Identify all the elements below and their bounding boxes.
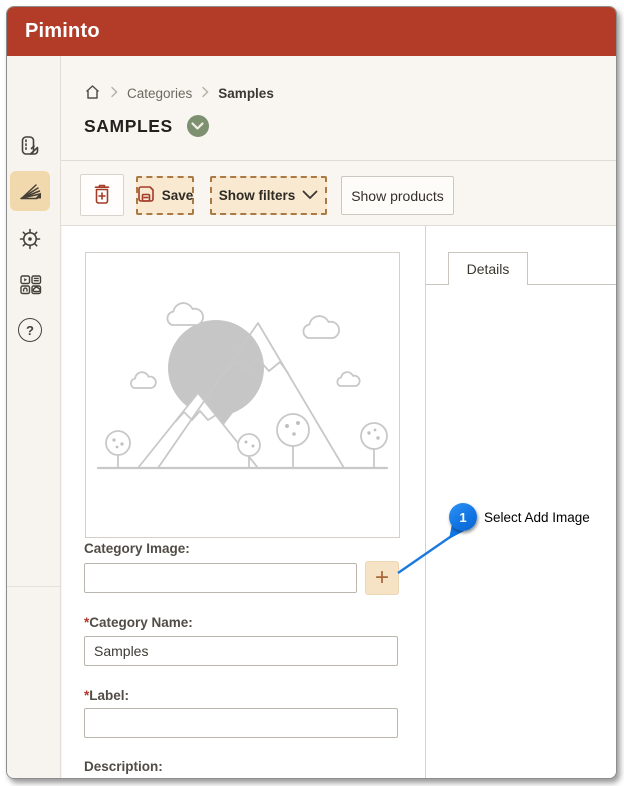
home-icon[interactable] [84, 84, 101, 103]
sidebar-item-catalog[interactable] [10, 126, 50, 166]
save-button-label: Save [161, 188, 194, 203]
sidebar-item-help[interactable]: ? [10, 310, 50, 350]
label-label: *Label: [84, 688, 130, 703]
toolbar: Save Show filters Show products [61, 161, 616, 225]
sidebar-item-media[interactable] [10, 264, 50, 304]
gear-icon [18, 227, 42, 251]
show-products-button[interactable]: Show products [341, 176, 454, 215]
breadcrumb-separator-icon [110, 86, 118, 101]
category-name-label: *Category Name: [84, 615, 193, 630]
show-products-label: Show products [351, 187, 444, 204]
category-name-input[interactable] [84, 636, 398, 666]
catalog-icon [18, 134, 42, 158]
page-title: SAMPLES [84, 115, 173, 136]
trash-icon [92, 183, 112, 208]
breadcrumb: Categories Samples [84, 84, 274, 102]
label-input[interactable] [84, 708, 398, 738]
sidebar-item-categories[interactable] [10, 171, 50, 211]
sidebar-divider [7, 586, 60, 587]
media-grid-icon [18, 272, 43, 297]
add-image-button[interactable]: + [365, 561, 399, 595]
tab-details[interactable]: Details [448, 252, 528, 286]
panel-divider [425, 226, 426, 778]
help-icon: ? [18, 318, 42, 342]
chevron-down-icon [302, 188, 318, 203]
show-filters-button[interactable]: Show filters [210, 176, 327, 215]
app-header: Piminto [7, 7, 616, 56]
annotation-step-marker: 1 [449, 503, 477, 531]
save-icon [137, 185, 155, 206]
tree [105, 430, 131, 469]
tree [360, 422, 388, 469]
sidebar: ? [7, 56, 61, 778]
category-image-placeholder [85, 252, 400, 538]
status-check-badge[interactable] [186, 115, 209, 137]
breadcrumb-samples: Samples [218, 85, 274, 101]
annotation-label: Select Add Image [484, 510, 590, 525]
save-button[interactable]: Save [136, 176, 194, 215]
categories-icon [17, 178, 43, 204]
description-label: Description: [84, 759, 163, 774]
tree [276, 413, 310, 469]
delete-button[interactable] [80, 174, 124, 216]
breadcrumb-categories[interactable]: Categories [127, 86, 192, 101]
app-title: Piminto [25, 20, 100, 42]
breadcrumb-separator-icon [201, 86, 209, 101]
show-filters-label: Show filters [218, 188, 296, 203]
sidebar-item-settings[interactable] [10, 219, 50, 259]
app-window: Piminto ? Categories Samples SAMPLES Sav… [6, 6, 617, 779]
category-image-input[interactable] [84, 563, 357, 593]
category-image-label: Category Image: [84, 541, 190, 556]
